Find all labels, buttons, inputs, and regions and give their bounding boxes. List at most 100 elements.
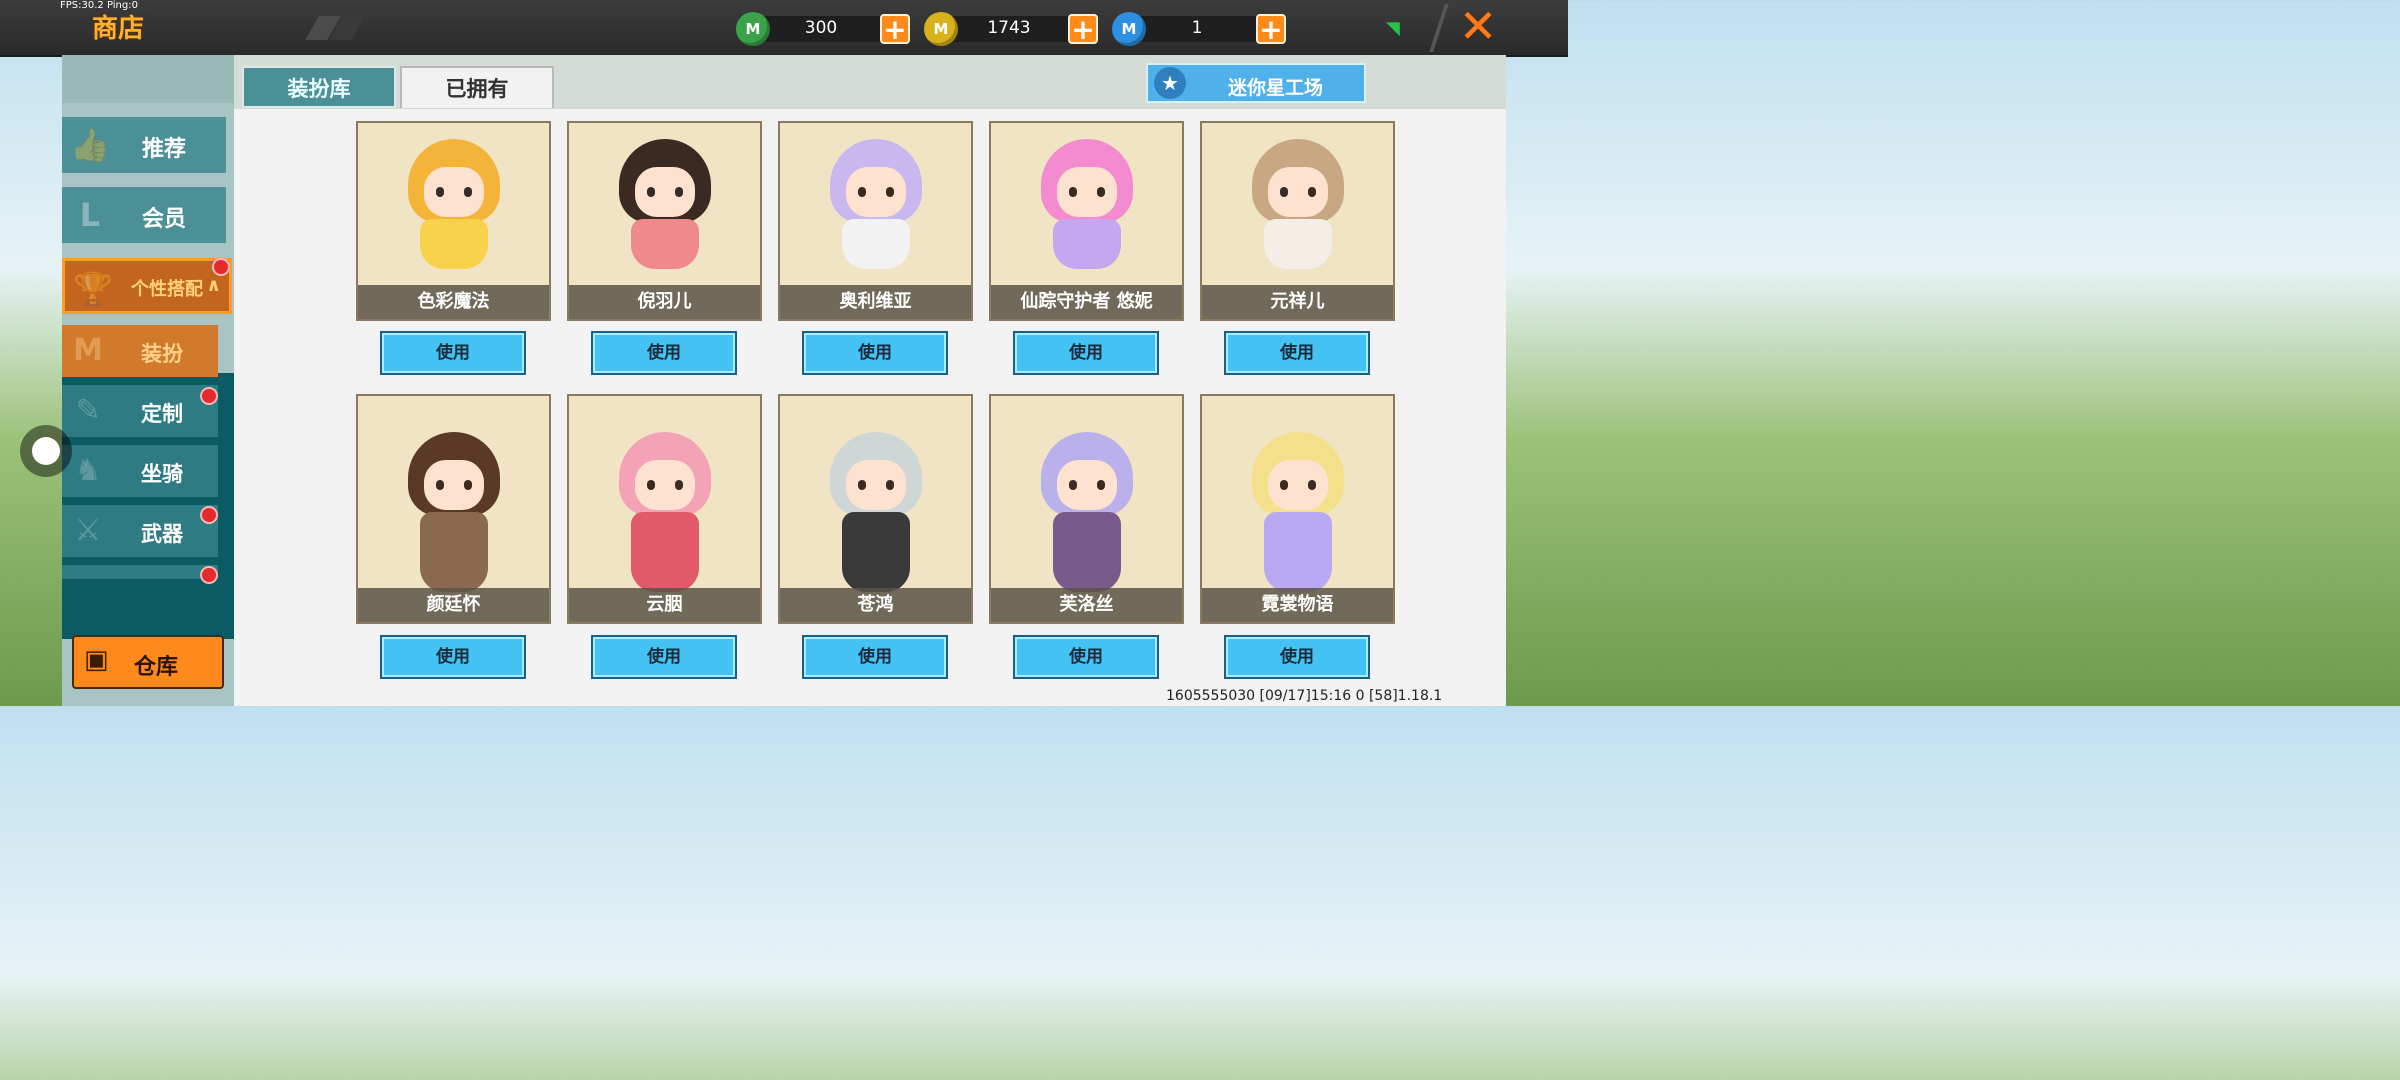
costume-name: 芙洛丝	[991, 588, 1182, 622]
use-button[interactable]: 使用	[380, 331, 526, 375]
add-currency-button[interactable]: +	[1256, 14, 1286, 44]
use-button[interactable]: 使用	[591, 635, 737, 679]
warehouse-button[interactable]: ▣ 仓库	[72, 635, 224, 689]
character-avatar	[1238, 133, 1358, 283]
avatar-eye	[857, 480, 866, 490]
avatar-eye	[1307, 480, 1316, 490]
avatar-eye	[646, 187, 655, 197]
avatar-eye	[435, 187, 444, 197]
avatar-eye	[1068, 187, 1077, 197]
sidebar-header-strip	[62, 55, 234, 103]
costume-name: 仙踪守护者 悠妮	[991, 285, 1182, 319]
sidebar-item-personal-style[interactable]: 🏆 个性搭配 ∧	[62, 258, 232, 314]
avatar-face	[1056, 167, 1117, 217]
avatar-face	[634, 167, 695, 217]
blue-m-coin-icon: M	[1112, 12, 1146, 46]
costume-preview[interactable]: 云胭	[567, 394, 762, 624]
use-button[interactable]: 使用	[591, 331, 737, 375]
avatar-face	[845, 167, 906, 217]
avatar-eye	[674, 187, 683, 197]
tab-wardrobe[interactable]: 装扮库	[242, 66, 396, 108]
joystick-knob[interactable]	[32, 437, 60, 465]
sidebar-item-label: 坐骑	[141, 462, 183, 486]
avatar-face	[1267, 167, 1328, 217]
virtual-joystick[interactable]	[20, 425, 72, 477]
avatar-face	[423, 460, 484, 510]
costume-preview[interactable]: 元祥儿	[1200, 121, 1395, 321]
costume-preview[interactable]: 芙洛丝	[989, 394, 1184, 624]
sidebar-item-label: 武器	[141, 522, 183, 546]
character-avatar	[605, 133, 725, 283]
sidebar-subitem-weapon[interactable]: ⚔ 武器	[62, 505, 218, 557]
avatar-eye	[1096, 187, 1105, 197]
use-button[interactable]: 使用	[802, 331, 948, 375]
avatar-outfit	[1263, 512, 1332, 592]
gold-m-coin-icon: M	[924, 12, 958, 46]
page-title: 商店	[92, 14, 145, 44]
notification-dot	[200, 506, 218, 524]
avatar-outfit	[841, 219, 910, 269]
costume-name: 奥利维亚	[780, 285, 971, 319]
use-button[interactable]: 使用	[380, 635, 526, 679]
sidebar-subitem-customize[interactable]: ✎ 定制	[62, 385, 218, 437]
avatar-outfit	[841, 512, 910, 592]
character-avatar	[394, 426, 514, 606]
costume-preview[interactable]: 倪羽儿	[567, 121, 762, 321]
notification-dot	[212, 258, 230, 276]
avatar-eye	[1307, 187, 1316, 197]
costume-name: 颜廷怀	[358, 588, 549, 622]
costume-name: 色彩魔法	[358, 285, 549, 319]
use-button[interactable]: 使用	[1013, 331, 1159, 375]
currency-value: 300	[804, 18, 838, 38]
close-button[interactable]: ✕	[1456, 3, 1500, 49]
costume-name: 元祥儿	[1202, 285, 1393, 319]
workshop-label: 迷你星工场	[1228, 77, 1324, 99]
sidebar-subitem-outfit[interactable]: M 装扮	[62, 325, 218, 377]
divider	[1429, 4, 1449, 52]
character-avatar	[1027, 133, 1147, 283]
character-avatar	[394, 133, 514, 283]
avatar-eye	[885, 187, 894, 197]
currency-value: 1743	[987, 18, 1031, 38]
avatar-outfit	[1052, 219, 1121, 269]
costume-preview[interactable]: 仙踪守护者 悠妮	[989, 121, 1184, 321]
avatar-face	[1056, 460, 1117, 510]
costume-preview[interactable]: 苍鸿	[778, 394, 973, 624]
character-avatar	[816, 426, 936, 606]
sidebar-item-member[interactable]: L 会员	[62, 187, 226, 243]
sidebar-subitem-partial	[62, 565, 218, 579]
costume-name: 倪羽儿	[569, 285, 760, 319]
costume-name: 云胭	[569, 588, 760, 622]
costume-preview[interactable]: 颜廷怀	[356, 394, 551, 624]
costume-preview[interactable]: 奥利维亚	[778, 121, 973, 321]
avatar-face	[634, 460, 695, 510]
mini-workshop-button[interactable]: ★ 迷你星工场	[1146, 63, 1366, 103]
character-avatar	[1238, 426, 1358, 606]
add-currency-button[interactable]: +	[1068, 14, 1098, 44]
character-avatar	[1027, 426, 1147, 606]
avatar-face	[1267, 460, 1328, 510]
avatar-eye	[646, 480, 655, 490]
use-button[interactable]: 使用	[1224, 635, 1370, 679]
sidebar-subitem-mount[interactable]: ♞ 坐骑	[62, 445, 218, 497]
character-avatar	[605, 426, 725, 606]
avatar-eye	[463, 187, 472, 197]
costume-name: 霓裳物语	[1202, 588, 1393, 622]
use-button[interactable]: 使用	[1224, 331, 1370, 375]
add-currency-button[interactable]: +	[880, 14, 910, 44]
costume-preview[interactable]: 色彩魔法	[356, 121, 551, 321]
avatar-eye	[435, 480, 444, 490]
avatar-eye	[1279, 480, 1288, 490]
costume-preview[interactable]: 霓裳物语	[1200, 394, 1395, 624]
shop-main-panel: 装扮库 已拥有 ★ 迷你星工场 色彩魔法使用 倪羽儿使用 奥利维亚使用 仙踪守护者 悠…	[234, 55, 1506, 706]
use-button[interactable]: 使用	[1013, 635, 1159, 679]
tab-owned[interactable]: 已拥有	[400, 66, 554, 108]
avatar-eye	[463, 480, 472, 490]
sidebar-item-label: 个性搭配	[131, 279, 203, 300]
avatar-face	[845, 460, 906, 510]
avatar-eye	[1096, 480, 1105, 490]
warehouse-label: 仓库	[134, 655, 179, 680]
use-button[interactable]: 使用	[802, 635, 948, 679]
sidebar-item-recommend[interactable]: 👍 推荐	[62, 117, 226, 173]
sidebar-item-label: 推荐	[141, 137, 186, 162]
